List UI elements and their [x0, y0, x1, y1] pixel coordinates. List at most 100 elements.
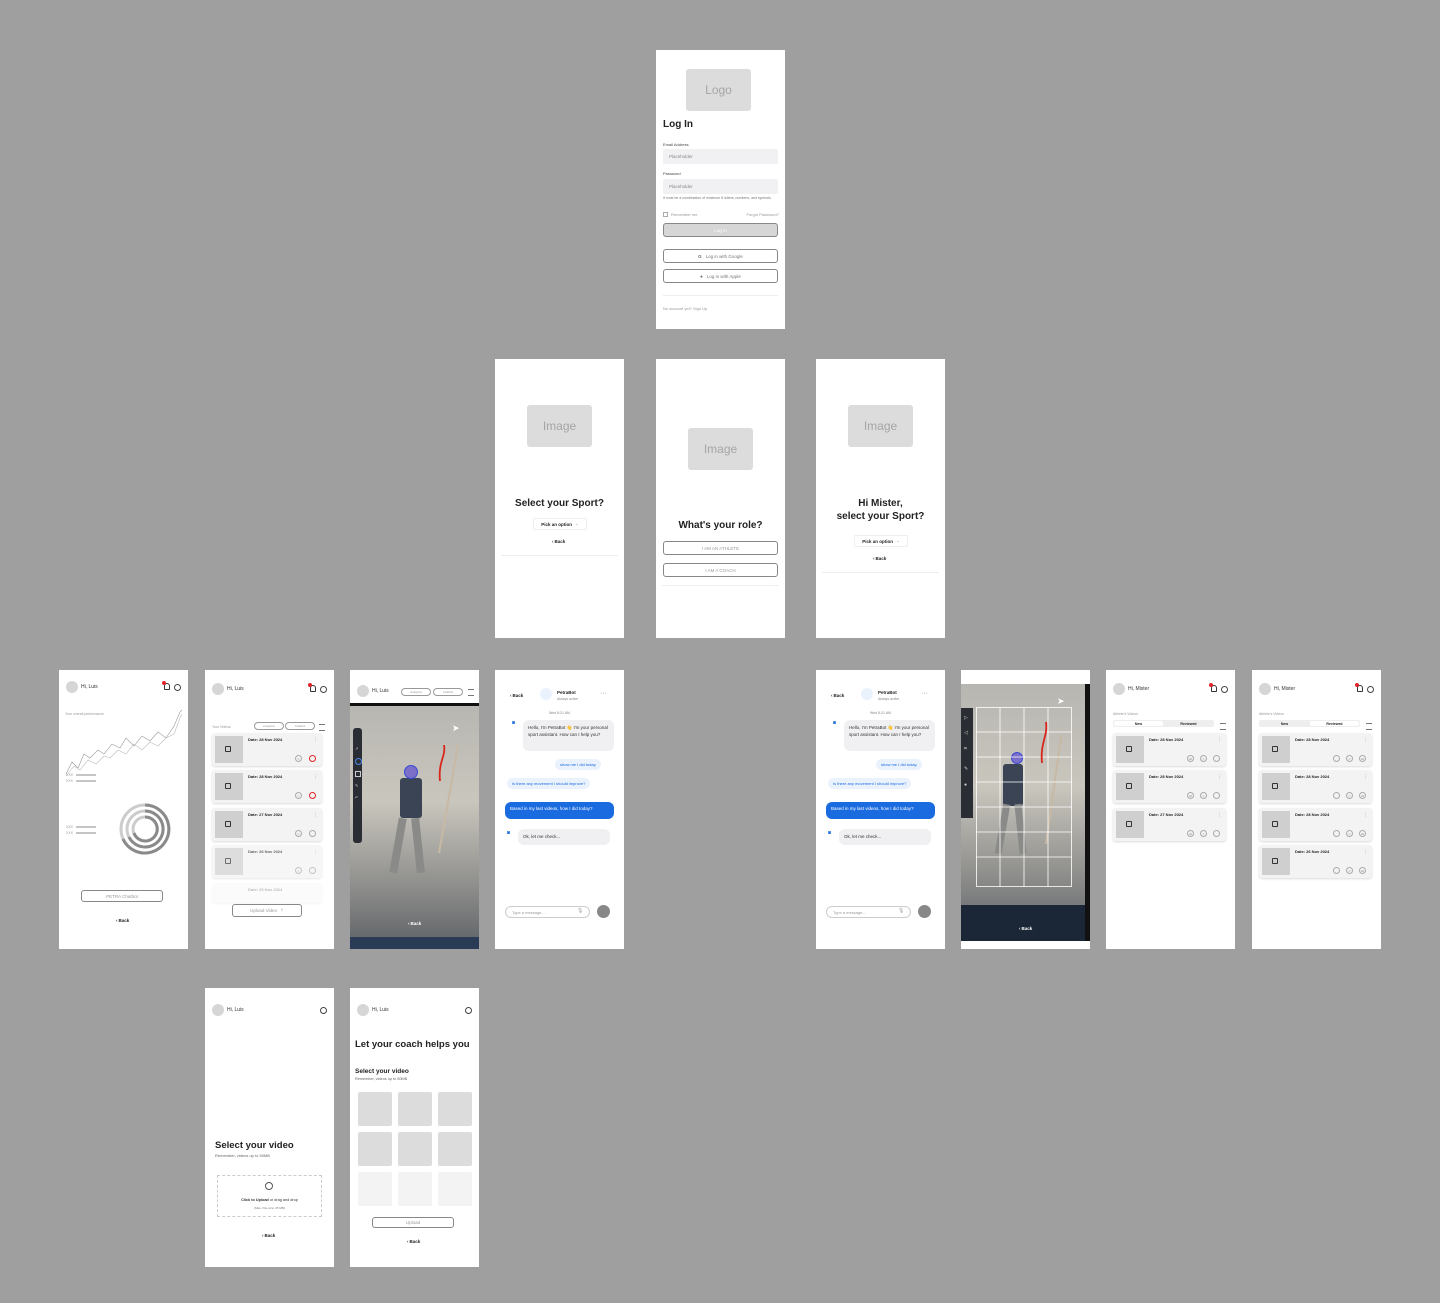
tab-chatbot[interactable]: Chatbot	[285, 722, 315, 730]
email-field[interactable]: Placeholder	[663, 149, 778, 164]
forgot-password-link[interactable]: Forgot Password?	[747, 212, 779, 217]
kebab-icon[interactable]: ⋮	[1363, 774, 1368, 780]
kebab-icon[interactable]: ⋮	[1363, 812, 1368, 818]
kebab-icon[interactable]: ⋮	[1217, 774, 1222, 780]
video-card[interactable]: Date: 25 Nov 2024	[212, 883, 322, 903]
tab-new[interactable]: New	[1260, 721, 1309, 726]
back-button[interactable]: ‹ Back	[552, 539, 565, 544]
video-card[interactable]: Date: 27 Nov 2024 ⋮ ☆	[212, 808, 322, 841]
suggestion-chip[interactable]: show me I did today.	[876, 759, 923, 770]
apple-login-button[interactable]: ● Log in with Apple	[663, 269, 778, 283]
avatar[interactable]	[212, 1004, 224, 1016]
video-card[interactable]: Date: 28 Nov 2024 ⋮ ☆ AI	[1259, 733, 1372, 766]
comment-icon[interactable]	[1213, 755, 1220, 762]
video-tile[interactable]	[358, 1172, 392, 1206]
video-player[interactable]: ↗ ✎ ↶ ➤ ‹ Back	[350, 703, 479, 949]
suggestion-chip[interactable]: Is there any movement I should improve?	[828, 778, 912, 789]
video-card[interactable]: Date: 27 Nov 2024 ⋮ AI ☆	[1113, 808, 1226, 841]
video-card[interactable]: Date: 26 Nov 2024 ⋮ ☆	[212, 845, 322, 878]
video-tile[interactable]	[398, 1132, 432, 1166]
back-tool-icon[interactable]: ◁	[964, 730, 968, 736]
video-tile[interactable]	[358, 1092, 392, 1126]
video-tile[interactable]	[438, 1092, 472, 1126]
crop-tool-icon[interactable]: ⌗	[964, 746, 967, 752]
filter-icon[interactable]	[468, 689, 474, 696]
comment-icon[interactable]	[1213, 792, 1220, 799]
comment-icon[interactable]	[1213, 830, 1220, 837]
bell-icon[interactable]	[1209, 683, 1217, 692]
back-button[interactable]: ‹ Back	[407, 1239, 420, 1244]
video-card[interactable]: Date: 28 Nov 2024 ⋮ ☆	[212, 770, 322, 803]
back-button[interactable]: ‹ Back	[116, 918, 129, 923]
ai-icon[interactable]: AI	[1359, 792, 1366, 799]
star-icon[interactable]: ☆	[295, 792, 302, 799]
signup-link[interactable]: No account yet? Sign Up	[663, 306, 707, 311]
tab-analytics[interactable]: Analytics	[401, 688, 431, 696]
comment-icon[interactable]	[309, 867, 316, 874]
video-controls-bar[interactable]	[961, 905, 1085, 941]
upload-button[interactable]: Upload	[372, 1217, 454, 1228]
ai-icon[interactable]: AI	[1187, 792, 1194, 799]
rectangle-tool-icon[interactable]	[355, 771, 361, 777]
kebab-icon[interactable]: ⋮	[313, 812, 318, 818]
bell-icon[interactable]	[162, 681, 170, 690]
password-field[interactable]: Placeholder	[663, 179, 778, 194]
star-icon[interactable]: ☆	[295, 830, 302, 837]
more-options-icon[interactable]: ···	[600, 690, 607, 697]
bell-icon[interactable]	[1355, 683, 1363, 692]
video-tile[interactable]	[438, 1172, 472, 1206]
comment-icon[interactable]	[1333, 792, 1340, 799]
video-tile[interactable]	[358, 1132, 392, 1166]
avatar[interactable]	[1259, 683, 1271, 695]
video-card[interactable]: Date: 28 Nov 2024 ⋮ AI ☆	[1113, 733, 1226, 766]
play-tool-icon[interactable]: ▷	[964, 715, 968, 721]
more-options-icon[interactable]: ···	[921, 690, 928, 697]
arrow-tool-icon[interactable]: ↗	[355, 746, 358, 751]
star-icon[interactable]: ☆	[1346, 755, 1353, 762]
back-button[interactable]: ‹ Back	[262, 1233, 275, 1238]
gear-icon[interactable]	[465, 1007, 472, 1014]
kebab-icon[interactable]: ⋮	[1363, 737, 1368, 743]
mic-tool-icon[interactable]: ●	[964, 782, 967, 788]
google-login-button[interactable]: G Log in with Google	[663, 249, 778, 263]
kebab-icon[interactable]: ⋮	[1363, 849, 1368, 855]
pen-tool-icon[interactable]: ✎	[964, 766, 968, 772]
back-button[interactable]: ‹ Back	[873, 556, 886, 561]
star-icon[interactable]: ☆	[1200, 830, 1207, 837]
video-card[interactable]: Date: 26 Nov 2024 ⋮ ☆ AI	[1259, 845, 1372, 878]
star-icon[interactable]: ☆	[1346, 792, 1353, 799]
send-icon[interactable]	[597, 905, 610, 918]
avatar[interactable]	[66, 681, 78, 693]
star-icon[interactable]: ☆	[295, 755, 302, 762]
comment-icon[interactable]	[1333, 830, 1340, 837]
kebab-icon[interactable]: ⋮	[1217, 737, 1222, 743]
star-icon[interactable]: ☆	[1346, 830, 1353, 837]
ai-icon[interactable]: AI	[1359, 830, 1366, 837]
chatbot-button[interactable]: PETRA Chatbot	[81, 890, 163, 902]
suggestion-chip[interactable]: Is there any movement I should improve?	[507, 778, 591, 789]
video-tile[interactable]	[398, 1092, 432, 1126]
bell-icon[interactable]	[308, 683, 316, 692]
undo-icon[interactable]: ↶	[355, 795, 358, 800]
video-tile[interactable]	[398, 1172, 432, 1206]
pen-tool-icon[interactable]: ✎	[355, 783, 358, 788]
comment-icon[interactable]	[1333, 755, 1340, 762]
tab-reviewed[interactable]: Reviewed	[1164, 721, 1213, 726]
click-to-upload-link[interactable]: Click to Upload	[241, 1198, 269, 1202]
video-controls-bar[interactable]	[350, 937, 479, 949]
upload-dropzone[interactable]: Click to Upload or drag and drop (Max. F…	[217, 1175, 322, 1217]
athlete-role-button[interactable]: I AM AN ATHLETE	[663, 541, 778, 555]
gear-icon[interactable]	[1221, 686, 1228, 693]
star-icon[interactable]: ☆	[1200, 755, 1207, 762]
filter-icon[interactable]	[1366, 723, 1372, 730]
video-card[interactable]: Date: 28 Nov 2024 ⋮ ☆ AI	[1259, 808, 1372, 841]
gear-icon[interactable]	[320, 1007, 327, 1014]
suggestion-chip[interactable]: show me I did today.	[555, 759, 602, 770]
avatar[interactable]	[1113, 683, 1125, 695]
filter-icon[interactable]	[1220, 723, 1226, 730]
sport-picker[interactable]: Pick an option ⌄	[533, 518, 587, 530]
back-button[interactable]: ‹ Back	[831, 693, 844, 698]
video-card[interactable]: Date: 28 Nov 2024 ⋮ AI ☆	[1113, 770, 1226, 803]
star-icon[interactable]: ☆	[1200, 792, 1207, 799]
video-card[interactable]: Date: 28 Nov 2024 ⋮ ☆ AI	[1259, 770, 1372, 803]
